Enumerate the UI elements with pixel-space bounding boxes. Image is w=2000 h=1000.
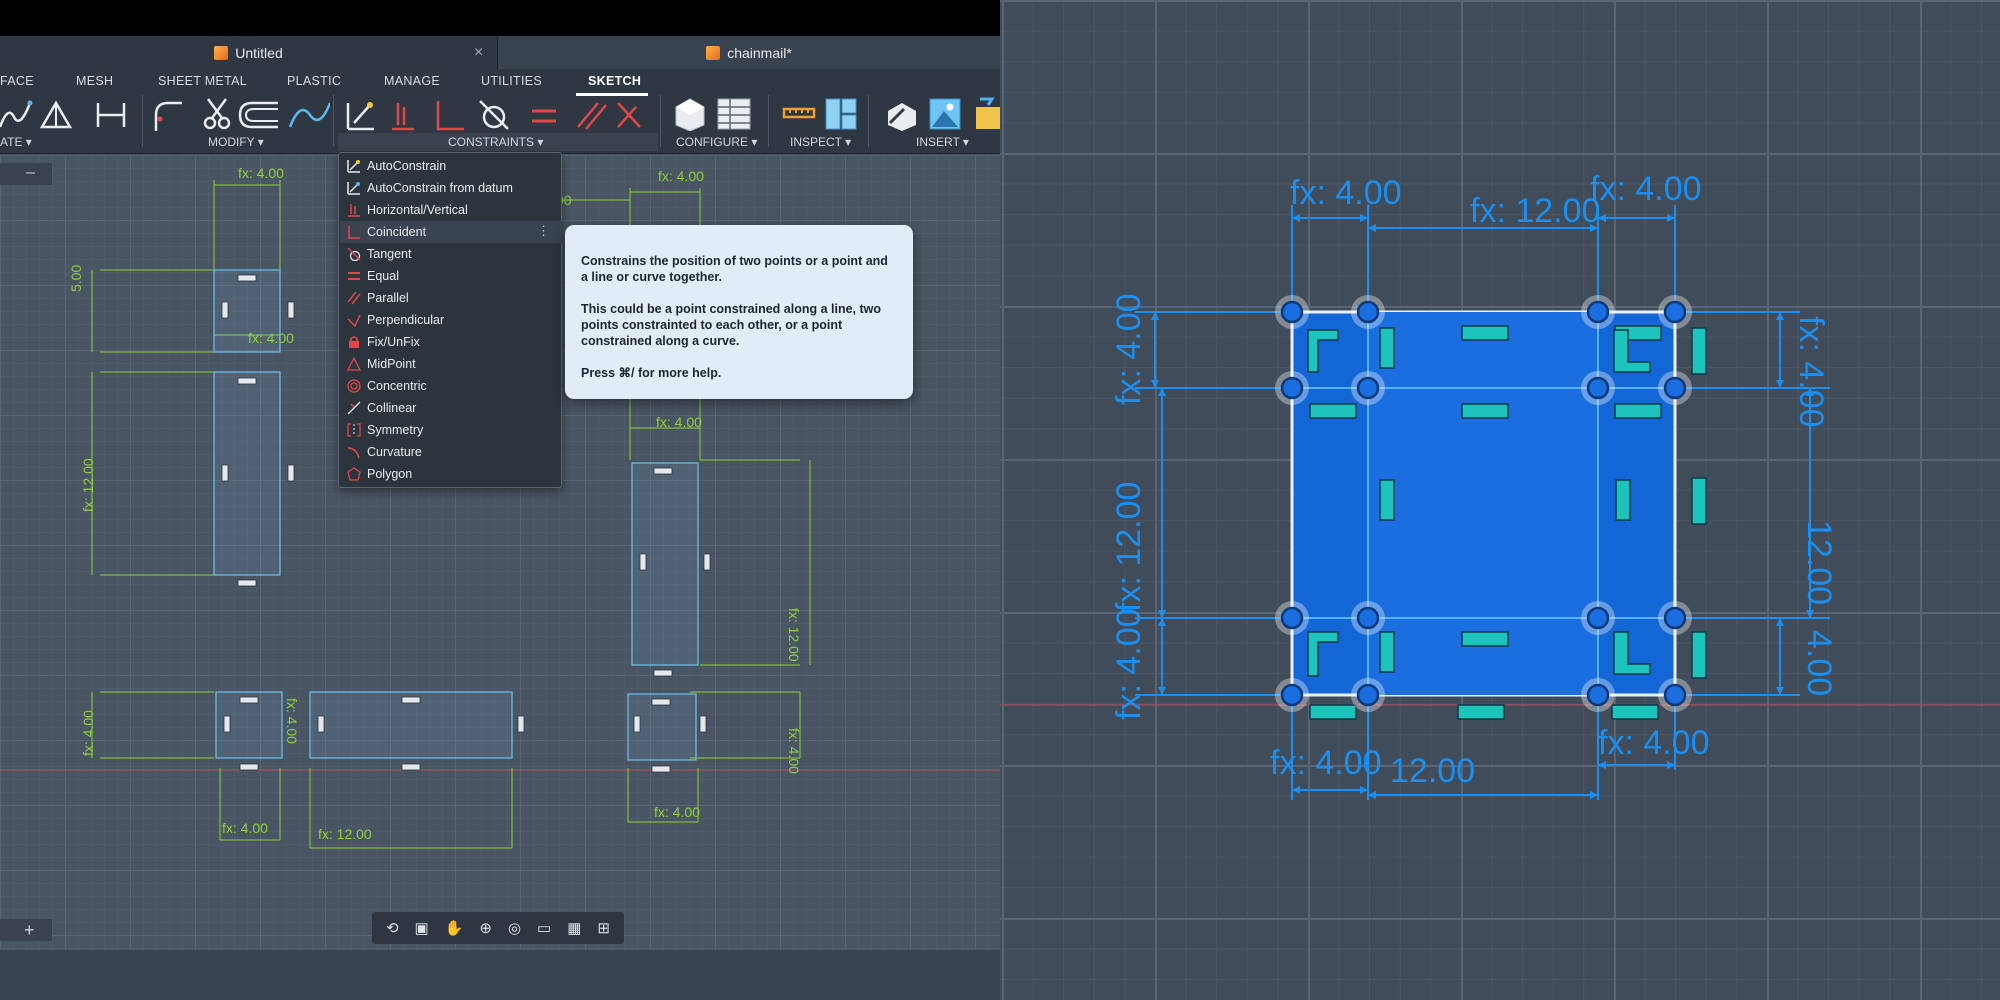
menu-item-autoconstrain[interactable]: AutoConstrain — [340, 155, 562, 177]
menu-item-curvature[interactable]: Curvature — [340, 441, 562, 463]
zoomed-sketch-geometry — [1000, 205, 2000, 800]
dimension-label[interactable]: 5.00 — [68, 265, 84, 292]
coincident-icon — [348, 226, 360, 239]
dimension-label[interactable]: fx: 4.00 — [248, 330, 294, 346]
menu-item-autoconstrain-datum[interactable]: AutoConstrain from datum — [340, 177, 562, 199]
fit-icon[interactable]: ◎ — [508, 919, 521, 937]
status-bar — [0, 950, 1000, 1000]
dimension-label[interactable]: fx: 4.00 — [1791, 316, 1830, 428]
dimension-label[interactable]: fx: 4.00 — [284, 698, 300, 744]
grid-icon[interactable]: ▦ — [567, 919, 581, 937]
coincident-tooltip: Constrains the position of two points or… — [565, 225, 913, 399]
perpendicular-icon — [347, 314, 361, 327]
zoomed-sketch-view[interactable]: fx: 4.00 fx: 12.00 fx: 4.00 fx: 4.00 fx:… — [1000, 0, 2000, 1000]
menu-item-label: AutoConstrain from datum — [367, 181, 513, 195]
menu-item-symmetry[interactable]: Symmetry — [340, 419, 562, 441]
dimension-label[interactable]: fx: 4.00 — [1598, 724, 1710, 763]
horizontal-vertical-icon — [348, 204, 360, 217]
autoconstrain-datum-icon — [347, 182, 360, 195]
dimension-label[interactable]: fx: 12.00 — [1110, 482, 1149, 612]
menu-item-label: Perpendicular — [367, 313, 445, 327]
equal-icon — [348, 272, 360, 280]
minus-icon: – — [26, 164, 35, 181]
tooltip-help-hint: Press ⌘/ for more help. — [581, 366, 722, 380]
dimension-label[interactable]: fx: 4.00 — [80, 710, 96, 756]
midpoint-icon — [347, 357, 361, 371]
menu-item-label: Fix/UnFix — [367, 335, 420, 349]
dimension-label[interactable]: fx: 4.00 — [654, 804, 700, 820]
plus-icon: + — [24, 920, 35, 940]
lock-icon — [349, 336, 359, 348]
menu-item-polygon[interactable]: Polygon — [340, 463, 562, 485]
dimension-label[interactable]: fx: 4.00 — [656, 414, 702, 430]
more-options-icon[interactable]: ⋮ — [537, 223, 550, 239]
menu-item-label: Horizontal/Vertical — [367, 203, 468, 217]
menu-item-label: Curvature — [367, 445, 422, 459]
dimension-label[interactable]: fx: 4.00 — [238, 165, 284, 181]
concentric-icon — [347, 379, 361, 393]
fusion-window: Untitled × chainmail* FACE MESH SHEET ME… — [0, 0, 1000, 1000]
menu-item-midpoint[interactable]: MidPoint — [340, 353, 562, 375]
expand-panel-button[interactable]: + — [0, 919, 52, 941]
tooltip-detail: This could be a point constrained along … — [581, 302, 882, 348]
menu-item-label: Equal — [367, 269, 399, 283]
menu-item-label: MidPoint — [367, 357, 416, 371]
parallel-icon — [347, 291, 361, 305]
screenshot-root: Untitled × chainmail* FACE MESH SHEET ME… — [0, 0, 2000, 1000]
orbit-icon[interactable]: ⟲ — [386, 919, 399, 937]
collinear-icon — [347, 401, 361, 415]
menu-item-horizontal-vertical[interactable]: Horizontal/Vertical — [340, 199, 562, 221]
dimension-label[interactable]: fx: 12.00 — [80, 458, 96, 512]
dimension-label[interactable]: fx: 12.00 — [786, 608, 802, 662]
look-at-icon[interactable]: ▣ — [415, 919, 429, 937]
menu-item-parallel[interactable]: Parallel — [340, 287, 562, 309]
autoconstrain-icon — [347, 160, 360, 173]
menu-item-concentric[interactable]: Concentric — [340, 375, 562, 397]
dimension-label[interactable]: 12.00 — [1799, 520, 1838, 605]
menu-item-collinear[interactable]: Collinear — [340, 397, 562, 419]
menu-item-coincident[interactable]: Coincident ⋮ — [340, 221, 562, 243]
dimension-label[interactable]: 12.00 — [1390, 752, 1475, 791]
dimension-label[interactable]: fx: 4.00 — [1590, 170, 1702, 209]
menu-item-label: AutoConstrain — [367, 159, 447, 173]
tangent-icon — [347, 247, 361, 261]
dimension-label[interactable]: fx: 4.00 — [658, 168, 704, 184]
menu-item-label: Collinear — [367, 401, 417, 415]
dimension-label[interactable]: fx: 4.00 — [786, 728, 802, 774]
dimension-label[interactable]: fx: 12.00 — [318, 826, 372, 842]
constraints-dropdown: AutoConstrain AutoConstrain from datum H… — [338, 152, 562, 488]
dimension-label[interactable]: fx: 4.00 — [1290, 174, 1402, 213]
dimension-label[interactable]: fx: 4.00 — [1110, 293, 1149, 405]
menu-item-label: Parallel — [367, 291, 409, 305]
menu-item-label: Polygon — [367, 467, 413, 481]
dimension-label[interactable]: fx: 4.00 — [222, 820, 268, 836]
navigation-bar: ⟲ ▣ ✋ ⊕ ◎ ▭ ▦ ⊞ — [372, 912, 624, 944]
pan-icon[interactable]: ✋ — [445, 919, 464, 937]
menu-item-equal[interactable]: Equal — [340, 265, 562, 287]
collapse-panel-button[interactable]: – — [0, 163, 52, 185]
dimension-label[interactable]: fx: 12.00 — [1470, 192, 1600, 231]
dimension-label[interactable]: fx: 4.00 — [1110, 608, 1149, 720]
symmetry-icon — [347, 423, 361, 437]
zoom-icon[interactable]: ⊕ — [479, 919, 492, 937]
menu-item-label: Tangent — [367, 247, 412, 261]
tooltip-description: Constrains the position of two points or… — [581, 254, 888, 284]
menu-item-fix-unfix[interactable]: Fix/UnFix — [340, 331, 562, 353]
menu-item-label: Concentric — [367, 379, 427, 393]
viewports-icon[interactable]: ⊞ — [597, 919, 610, 937]
menu-item-label: Coincident — [367, 225, 427, 239]
dimension-label[interactable]: 4.00 — [1799, 630, 1838, 696]
menu-item-perpendicular[interactable]: Perpendicular — [340, 309, 562, 331]
dimension-label[interactable]: fx: 4.00 — [1270, 744, 1382, 783]
sketch-geometry — [0, 180, 1000, 849]
display-settings-icon[interactable]: ▭ — [537, 919, 551, 937]
menu-item-label: Symmetry — [367, 423, 424, 437]
curvature-icon — [347, 447, 360, 459]
menu-item-tangent[interactable]: Tangent — [340, 243, 562, 265]
polygon-icon — [347, 467, 361, 481]
